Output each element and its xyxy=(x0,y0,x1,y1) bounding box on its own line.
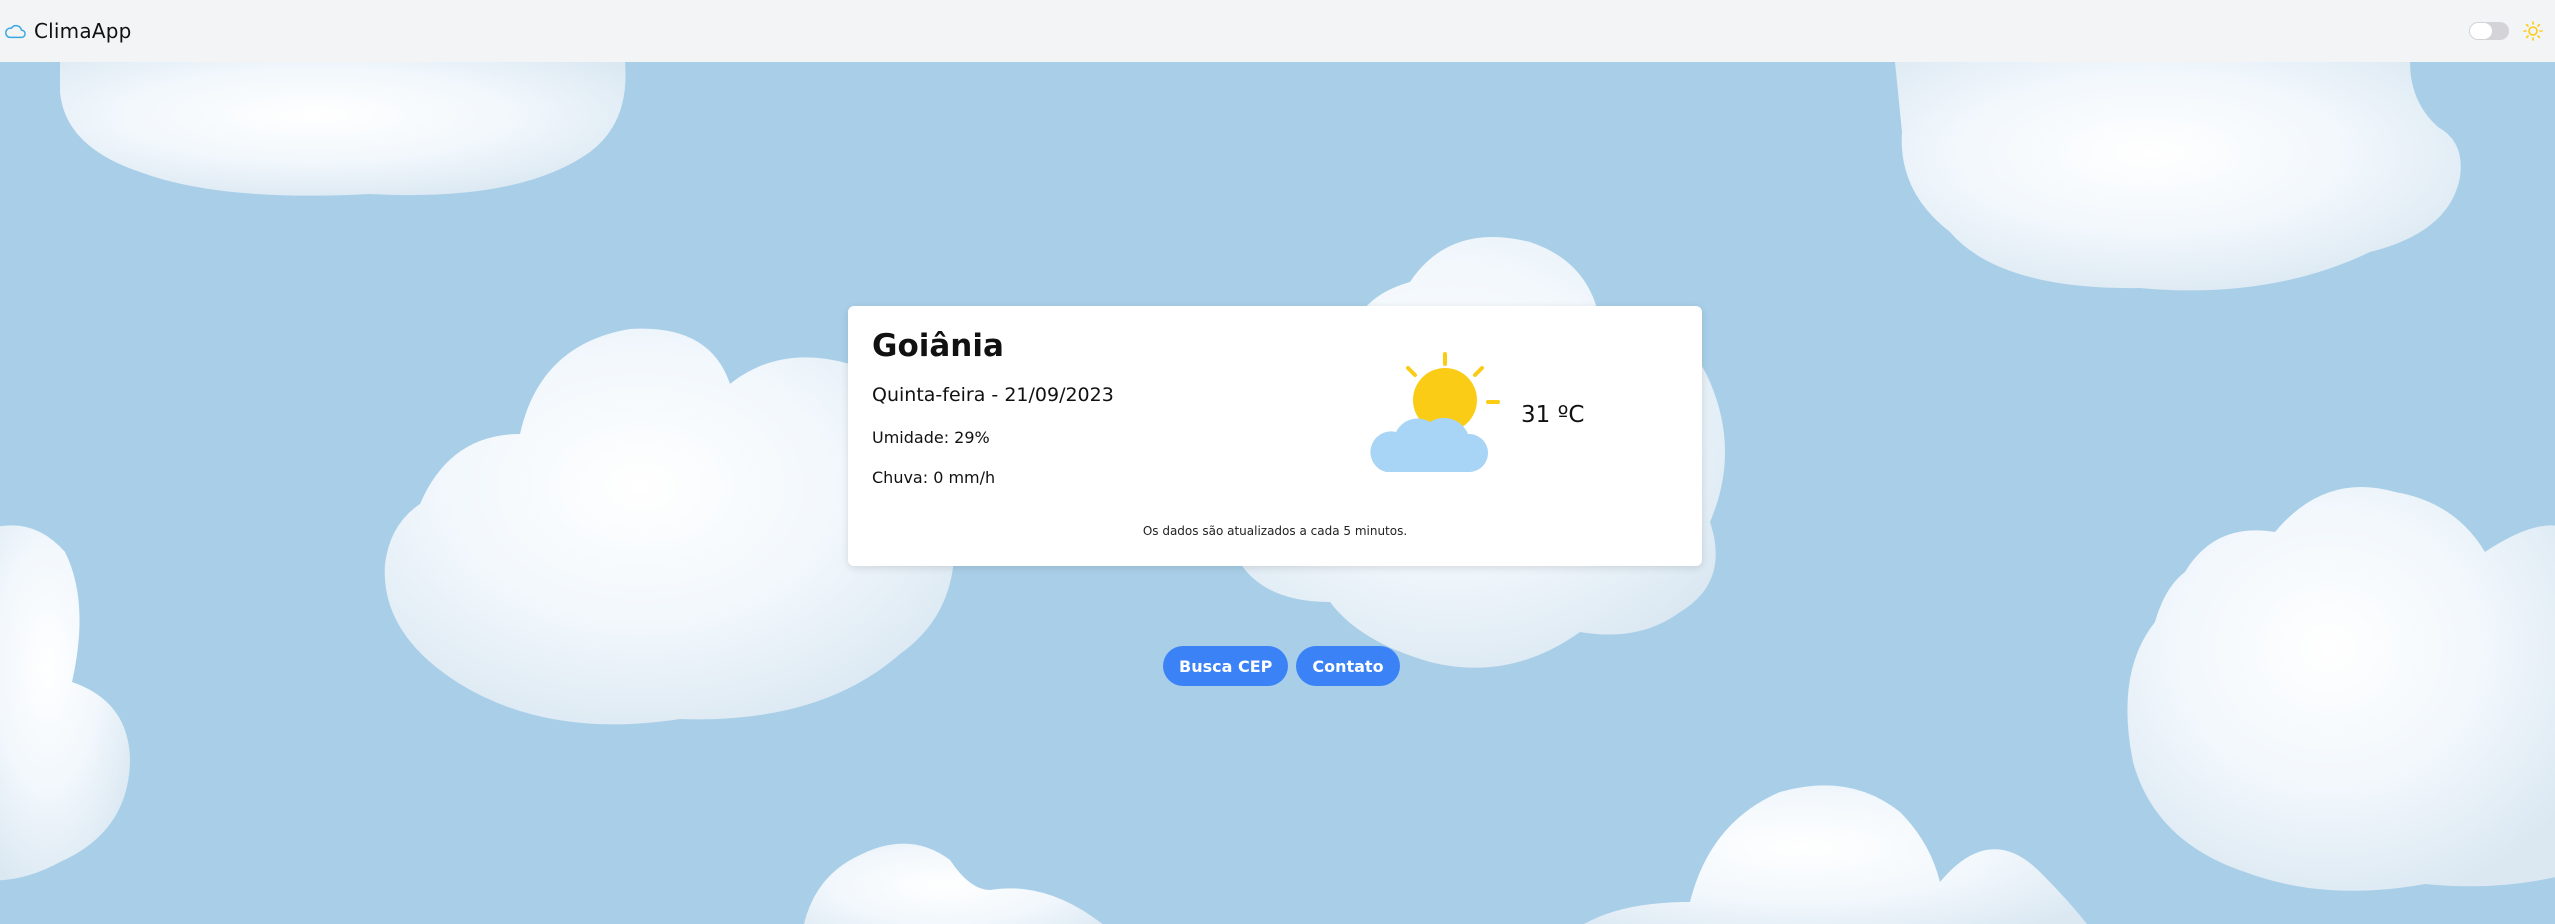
theme-toggle[interactable] xyxy=(2469,22,2509,40)
weather-date: Quinta-feira - 21/09/2023 xyxy=(872,384,1114,406)
cloud-decoration xyxy=(804,843,1103,924)
partly-cloudy-icon xyxy=(1370,352,1500,472)
humidity-text: Umidade: 29% xyxy=(872,428,990,447)
action-buttons: Busca CEP Contato xyxy=(1163,646,1400,686)
weather-card: Goiânia Quinta-feira - 21/09/2023 Umidad… xyxy=(848,306,1702,566)
cloud-decoration xyxy=(1895,62,2461,291)
brand-name: ClimaApp xyxy=(34,19,132,43)
brand[interactable]: ClimaApp xyxy=(4,19,132,43)
toggle-knob xyxy=(2470,23,2492,39)
rain-text: Chuva: 0 mm/h xyxy=(872,468,996,487)
contato-button[interactable]: Contato xyxy=(1296,646,1400,686)
nav-controls xyxy=(2469,21,2543,41)
city-name: Goiânia xyxy=(872,328,1004,364)
update-note: Os dados são atualizados a cada 5 minuto… xyxy=(1142,524,1408,538)
cloud-decoration xyxy=(2127,487,2555,891)
cloud-decoration xyxy=(1584,785,2087,924)
temperature: 31 ºC xyxy=(1521,402,1585,428)
cloud-decoration xyxy=(60,62,626,196)
cloud-outline-icon xyxy=(5,24,26,39)
sun-icon[interactable] xyxy=(2523,21,2543,41)
cloud-decoration xyxy=(0,525,130,881)
busca-cep-button[interactable]: Busca CEP xyxy=(1163,646,1289,686)
navbar: ClimaApp xyxy=(0,0,2555,62)
